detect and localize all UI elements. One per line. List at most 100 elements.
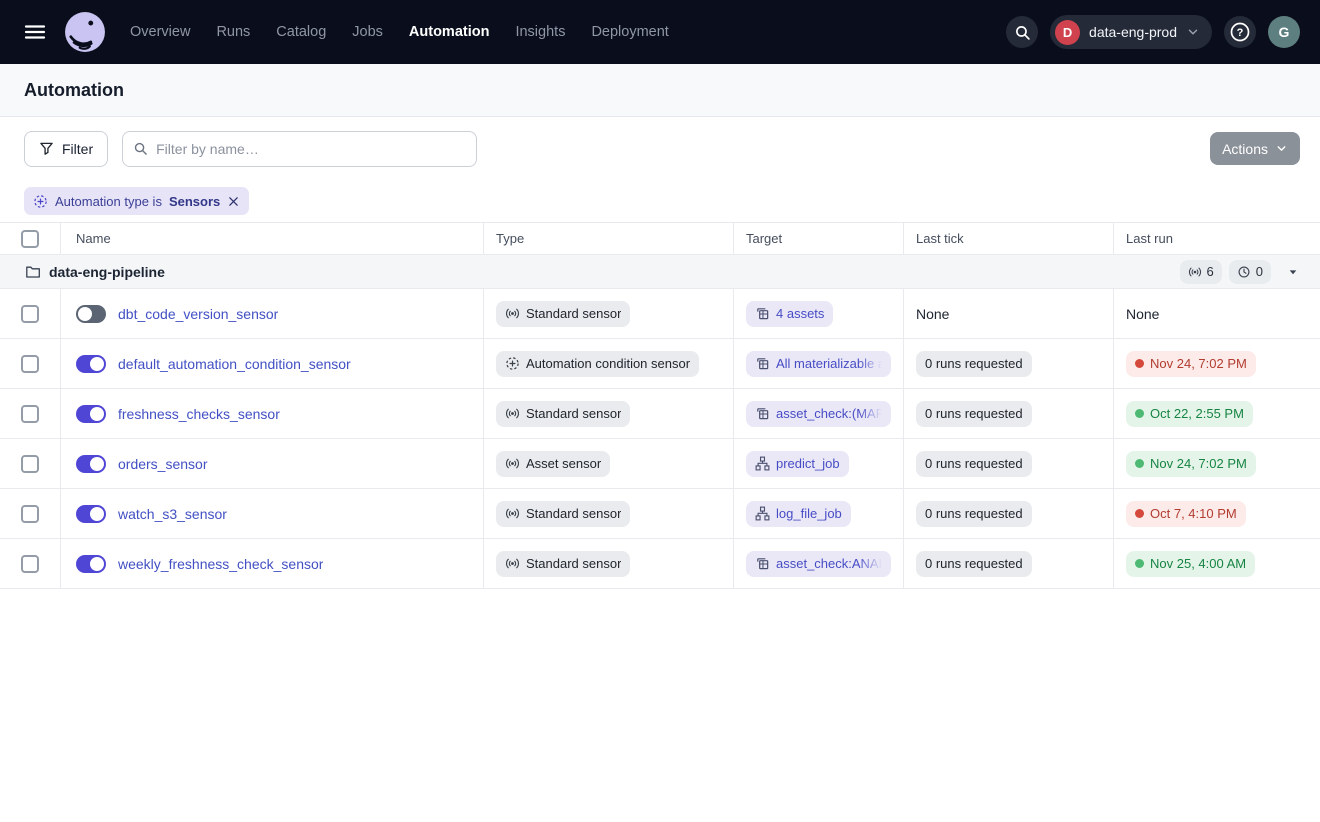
menu-icon[interactable] xyxy=(20,17,50,47)
run-status-dot xyxy=(1135,509,1144,518)
job-icon xyxy=(755,506,770,521)
table-row: default_automation_condition_sensor Auto… xyxy=(0,339,1320,389)
group-counts: 6 0 xyxy=(1180,260,1300,284)
sensor-icon xyxy=(505,456,520,471)
sensor-type-badge: Asset sensor xyxy=(496,451,610,477)
column-header-last-run: Last run xyxy=(1126,231,1173,246)
chevron-down-icon xyxy=(1186,25,1200,39)
last-run-link[interactable]: Oct 22, 2:55 PM xyxy=(1126,401,1253,427)
table-row: watch_s3_sensor Standard sensor log_file… xyxy=(0,489,1320,539)
user-avatar[interactable]: G xyxy=(1268,16,1300,48)
table-row: freshness_checks_sensor Standard sensor … xyxy=(0,389,1320,439)
row-checkbox[interactable] xyxy=(21,405,39,423)
nav-item-runs[interactable]: Runs xyxy=(216,24,250,40)
target-link[interactable]: asset_check:(MARKE xyxy=(746,401,891,427)
name-filter-box xyxy=(122,131,477,167)
sensor-name-link[interactable]: default_automation_condition_sensor xyxy=(118,356,351,372)
sensor-toggle[interactable] xyxy=(76,455,106,473)
name-filter-input[interactable] xyxy=(156,141,466,157)
sensor-toggle[interactable] xyxy=(76,305,106,323)
filter-button[interactable]: Filter xyxy=(24,131,108,167)
help-icon[interactable]: ? xyxy=(1224,16,1256,48)
run-status-dot xyxy=(1135,559,1144,568)
sensor-toggle[interactable] xyxy=(76,505,106,523)
top-nav: Overview Runs Catalog Jobs Automation In… xyxy=(0,0,1320,64)
nav-item-overview[interactable]: Overview xyxy=(130,24,190,40)
sensor-toggle[interactable] xyxy=(76,405,106,423)
target-link[interactable]: 4 assets xyxy=(746,301,833,327)
sensor-icon xyxy=(505,306,520,321)
select-all-checkbox[interactable] xyxy=(21,230,39,248)
sensor-type-badge: Standard sensor xyxy=(496,501,630,527)
schedule-count-badge: 0 xyxy=(1229,260,1271,284)
funnel-icon xyxy=(39,141,54,156)
deployment-switcher[interactable]: D data-eng-prod xyxy=(1050,15,1212,49)
sensor-name-link[interactable]: weekly_freshness_check_sensor xyxy=(118,556,323,572)
automation-condition-icon xyxy=(505,356,520,371)
nav-item-catalog[interactable]: Catalog xyxy=(276,24,326,40)
page-title: Automation xyxy=(24,80,124,101)
title-bar: Automation xyxy=(0,64,1320,117)
last-run-link[interactable]: Nov 24, 7:02 PM xyxy=(1126,351,1256,377)
chevron-down-icon xyxy=(1275,142,1288,155)
asset-icon xyxy=(755,356,770,371)
last-run-link[interactable]: Nov 24, 7:02 PM xyxy=(1126,451,1256,477)
sensor-name-link[interactable]: dbt_code_version_sensor xyxy=(118,306,278,322)
search-icon[interactable] xyxy=(1006,16,1038,48)
deployment-avatar: D xyxy=(1055,20,1080,45)
remove-filter-icon[interactable] xyxy=(227,195,240,208)
nav-right: D data-eng-prod ? G xyxy=(1006,15,1300,49)
column-header-type: Type xyxy=(496,231,524,246)
actions-button[interactable]: Actions xyxy=(1210,132,1300,165)
sensor-name-link[interactable]: watch_s3_sensor xyxy=(118,506,227,522)
last-tick-badge: 0 runs requested xyxy=(916,551,1032,577)
nav-item-insights[interactable]: Insights xyxy=(515,24,565,40)
filter-chip-automation-type[interactable]: Automation type is Sensors xyxy=(24,187,249,215)
row-checkbox[interactable] xyxy=(21,555,39,573)
nav-item-automation[interactable]: Automation xyxy=(409,24,490,40)
last-tick-value: None xyxy=(916,306,949,322)
last-tick-badge: 0 runs requested xyxy=(916,501,1032,527)
nav-item-jobs[interactable]: Jobs xyxy=(352,24,383,40)
deployment-name: data-eng-prod xyxy=(1089,24,1177,40)
asset-icon xyxy=(755,306,770,321)
automation-condition-icon xyxy=(33,194,48,209)
table-row: weekly_freshness_check_sensor Standard s… xyxy=(0,539,1320,589)
target-link[interactable]: asset_check:ANALY xyxy=(746,551,891,577)
sensor-name-link[interactable]: freshness_checks_sensor xyxy=(118,406,280,422)
asset-icon xyxy=(755,556,770,571)
target-link[interactable]: All materializable as xyxy=(746,351,891,377)
last-run-value: None xyxy=(1126,306,1159,322)
target-link[interactable]: predict_job xyxy=(746,451,849,477)
run-status-dot xyxy=(1135,459,1144,468)
code-location-group-row[interactable]: data-eng-pipeline 6 0 xyxy=(0,255,1320,289)
last-run-link[interactable]: Nov 25, 4:00 AM xyxy=(1126,551,1255,577)
last-tick-badge: 0 runs requested xyxy=(916,401,1032,427)
target-link[interactable]: log_file_job xyxy=(746,501,851,527)
filter-chip-value: Sensors xyxy=(169,194,220,209)
column-header-last-tick: Last tick xyxy=(916,231,964,246)
last-tick-badge: 0 runs requested xyxy=(916,351,1032,377)
run-status-dot xyxy=(1135,409,1144,418)
filter-chip-label: Automation type is xyxy=(55,194,162,209)
sensor-toggle[interactable] xyxy=(76,555,106,573)
nav-item-deployment[interactable]: Deployment xyxy=(591,24,668,40)
collapse-group-icon[interactable] xyxy=(1286,265,1300,279)
sensor-icon xyxy=(505,506,520,521)
sensor-toggle[interactable] xyxy=(76,355,106,373)
row-checkbox[interactable] xyxy=(21,455,39,473)
sensor-count-badge: 6 xyxy=(1180,260,1222,284)
row-checkbox[interactable] xyxy=(21,505,39,523)
sensor-name-link[interactable]: orders_sensor xyxy=(118,456,208,472)
last-run-link[interactable]: Oct 7, 4:10 PM xyxy=(1126,501,1246,527)
row-checkbox[interactable] xyxy=(21,355,39,373)
row-checkbox[interactable] xyxy=(21,305,39,323)
toolbar: Filter Actions xyxy=(0,117,1320,180)
dagster-logo-icon[interactable] xyxy=(64,11,106,53)
asset-icon xyxy=(755,406,770,421)
sensors-table: Name Type Target Last tick Last run data… xyxy=(0,222,1320,589)
last-tick-badge: 0 runs requested xyxy=(916,451,1032,477)
column-header-target: Target xyxy=(746,231,782,246)
sensor-type-badge: Standard sensor xyxy=(496,401,630,427)
svg-text:?: ? xyxy=(1237,27,1244,39)
